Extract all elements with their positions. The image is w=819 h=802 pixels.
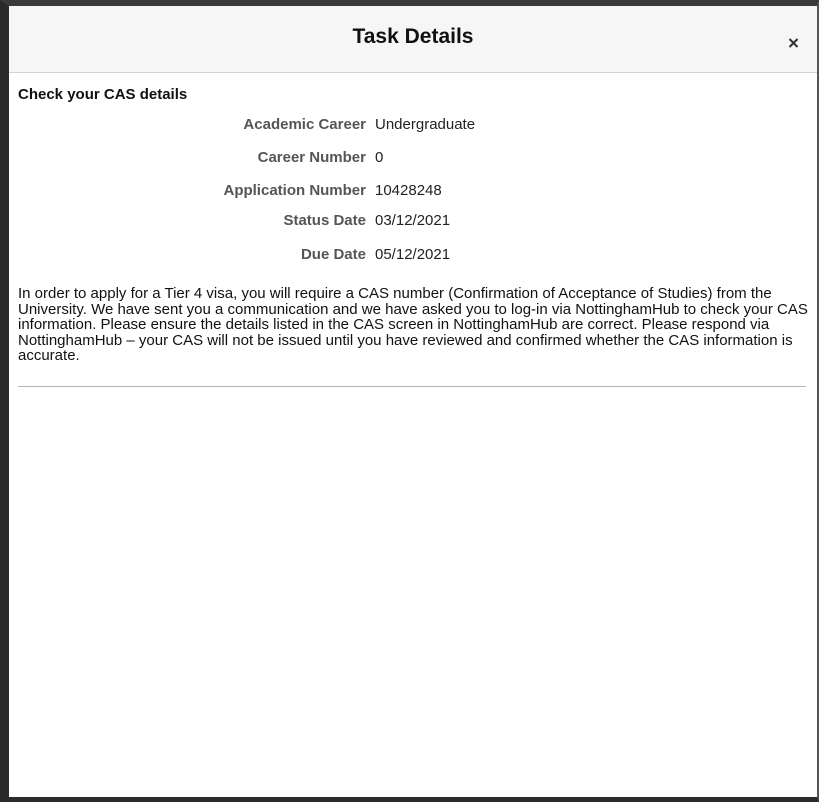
close-icon [788, 38, 799, 48]
cas-details-fields: Academic Career Undergraduate Career Num… [18, 116, 807, 266]
field-label: Due Date [300, 246, 366, 263]
divider [18, 385, 806, 387]
field-row-application-number: Application Number 10428248 [18, 182, 807, 202]
dialog-title: Task Details [352, 25, 474, 48]
field-row-due-date: Due Date 05/12/2021 [18, 246, 807, 266]
task-details-dialog: Task Details Check your CAS details Acad… [0, 0, 819, 802]
close-button[interactable] [784, 33, 804, 53]
field-label: Career Number [257, 149, 366, 166]
field-row-status-date: Status Date 03/12/2021 [18, 212, 807, 232]
field-value: 0 [375, 149, 384, 166]
field-label: Application Number [223, 182, 366, 199]
dialog-header: Task Details [9, 6, 817, 73]
field-value: 03/12/2021 [375, 212, 451, 229]
field-row-academic-career: Academic Career Undergraduate [18, 116, 807, 136]
field-row-career-number: Career Number 0 [18, 149, 807, 169]
field-value: Undergraduate [375, 116, 476, 133]
field-label: Status Date [283, 212, 366, 229]
description-text: In order to apply for a Tier 4 visa, you… [18, 285, 808, 364]
dialog-content: Check your CAS details Academic Career U… [18, 72, 808, 387]
field-value: 10428248 [375, 182, 442, 199]
field-value: 05/12/2021 [375, 246, 451, 263]
section-title: Check your CAS details [18, 86, 188, 103]
field-label: Academic Career [243, 116, 366, 133]
